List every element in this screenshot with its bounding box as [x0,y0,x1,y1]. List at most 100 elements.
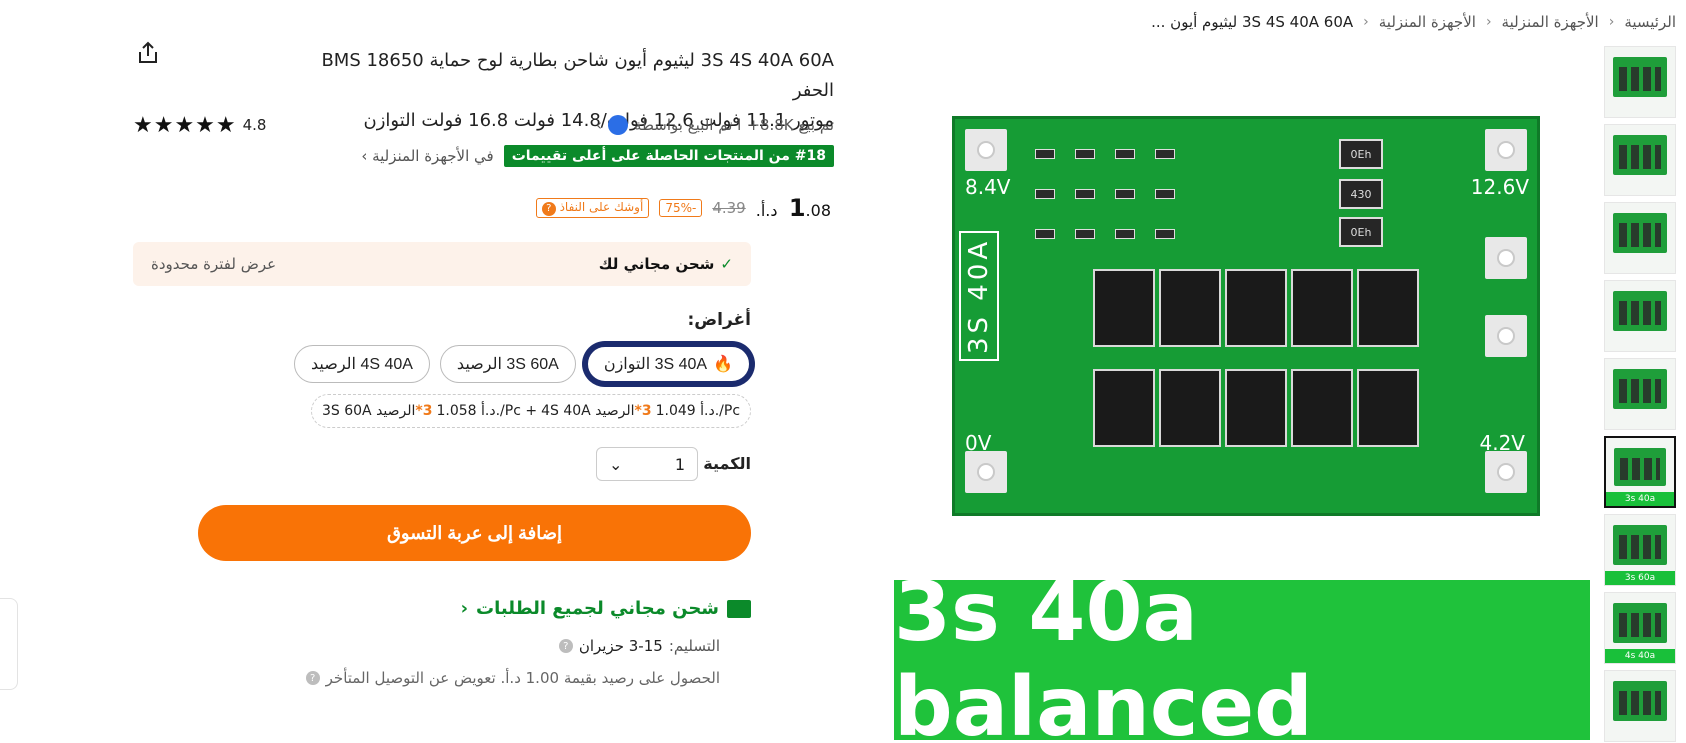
pcb-thumbnail-graphic [1613,525,1667,565]
mosfet [1225,369,1287,447]
bundle-price-a: 1.058 د.أ./Pc + [436,403,538,419]
breadcrumb-home[interactable]: الرئيسية [1624,13,1676,31]
thumbnail-image[interactable] [1604,670,1676,742]
sold-count: تم بيع 8.8K+ [747,116,834,134]
discount-badge: -75% [659,199,703,217]
breadcrumb-subcategory[interactable]: الأجهزة المنزلية [1379,13,1476,31]
resistor-chip: 0Eh [1339,139,1383,169]
add-to-cart-button[interactable]: إضافة إلى عربة التسوق [198,505,751,561]
smd-component [1115,189,1135,199]
shipping-info-link[interactable]: شحن مجاني لجميع الطلبات ‹ [461,598,751,619]
pcb-thumbnail-graphic [1613,135,1667,175]
chevron-left-icon: ‹ [460,598,469,619]
smd-component [1075,229,1095,239]
mosfet [1093,269,1155,347]
breadcrumb-current: 3S 4S 40A 60A ليثيوم أيون ... [1151,13,1354,31]
shipping-title: شحن مجاني لجميع الطلبات [476,598,719,619]
chevron-left-icon: ‹ [1608,14,1615,30]
chevron-down-icon: ⌄ [609,454,623,474]
smd-component [1035,229,1055,239]
share-icon[interactable] [135,40,161,66]
voltage-label: 12.6V [1470,175,1529,199]
smd-component [1035,189,1055,199]
low-stock-badge: أوشك على النفاذ ? [535,198,650,218]
variant-label: 4S 40A الرصيد [311,356,413,373]
side-panel-tab[interactable] [0,598,18,690]
thumbnail-image[interactable]: 4s 40a balanced [1604,592,1676,664]
quantity-select[interactable]: ⌄ 1 [596,447,698,481]
promo-bar: ✓ شحن مجاني لك عرض لفترة محدودة [133,242,751,286]
main-product-image[interactable]: 8.4V 12.6V 0V 4.2V 3S 40A 0Eh 430 0Eh 3s… [894,48,1590,743]
pcb-thumbnail-graphic [1613,213,1667,253]
rank-row: #18 من المنتجات الحاصلة على أعلى تقييمات… [361,143,834,169]
current-price: 1.08 د.أ. [756,194,834,222]
variant-label: 3S 40A التوازن [603,356,708,373]
star-rating-icon: ★★★★★ [133,112,237,138]
variant-option-4s-40a[interactable]: 4S 40A الرصيد [294,345,430,383]
info-icon[interactable]: ? [305,671,320,685]
smd-component [1115,149,1135,159]
pcb-thumbnail-graphic [1614,448,1666,486]
smd-component [1155,229,1175,239]
pcb-thumbnail-graphic [1613,369,1667,409]
smd-component [1155,149,1175,159]
pcb-thumbnail-graphic [1613,57,1667,97]
solder-pad [965,129,1007,171]
variants-label: أغراض: [687,310,751,330]
pcb-thumbnail-graphic [1613,603,1667,643]
mosfet [1291,369,1353,447]
store-logo-icon[interactable] [607,115,628,135]
variant-option-3s-60a[interactable]: 3S 60A الرصيد [439,345,576,383]
bundle-mult-b: *3 [634,403,652,419]
solder-pad [1485,237,1527,279]
price-whole: 1 [788,194,806,222]
bundle-mult-a: *3 [415,403,433,419]
bundle-offer[interactable]: 3S 60A الرصيد *3 1.058 د.أ./Pc + 4S 40A … [311,394,751,428]
thumbnail-image[interactable] [1604,124,1676,196]
board-side-label: 3S 40A [959,231,999,361]
smd-component [1075,149,1095,159]
voltage-label: 4.2V [1479,431,1526,455]
thumbnail-image[interactable] [1604,202,1676,274]
thumbnail-strip: 3s 40a balanced 3s 60a balanced 4s 40a bal… [1602,46,1676,742]
price-row: 1.08 د.أ. 4.39 -75% أوشك على النفاذ ? [535,188,834,228]
late-delivery-compensation: الحصول على رصيد بقيمة 1.00 د.أ. تعويض عن… [305,669,720,687]
bundle-item-a: 3S 60A الرصيد [321,403,416,419]
solder-pad [1485,129,1527,171]
currency: د.أ. [755,201,778,220]
delivery-label: التسليم: [668,637,720,655]
sold-by-label: ا تم البيع بواسطة [633,116,742,134]
rank-category-link[interactable]: في الأجهزة المنزلية › [361,147,493,165]
voltage-label: 0V [965,431,992,455]
chevron-left-icon: ‹ [1485,14,1492,30]
chevron-right-icon[interactable]: › [596,116,602,134]
free-shipping-promo: ✓ شحن مجاني لك [599,255,733,273]
variant-label: 3S 60A الرصيد [456,356,559,373]
breadcrumb-category[interactable]: الأجهزة المنزلية [1502,13,1599,31]
variant-option-3s-40a-balanced[interactable]: 🔥 3S 40A التوازن [585,345,751,383]
thumbnail-image[interactable] [1604,280,1676,352]
smd-component [1115,229,1135,239]
pcb-thumbnail-graphic [1613,681,1667,721]
delivery-estimate: التسليم: 3-15 حزيران ? [558,637,720,655]
thumbnail-image[interactable]: 3s 60a balanced [1604,514,1676,586]
thumbnail-image[interactable] [1604,46,1676,118]
voltage-label: 8.4V [965,175,1011,199]
rating-score: 4.8 [242,116,267,134]
variant-options: 🔥 3S 40A التوازن 3S 60A الرصيد 4S 40A ال… [294,345,751,383]
smd-component [1075,189,1095,199]
rank-badge[interactable]: #18 من المنتجات الحاصلة على أعلى تقييمات [503,145,834,167]
solder-pad [965,451,1007,493]
compensation-text: الحصول على رصيد بقيمة 1.00 د.أ. تعويض عن… [325,669,720,687]
thumbnail-caption: 3s 40a balanced [1606,492,1674,506]
delivery-dates: 3-15 حزيران [578,637,663,655]
thumbnail-caption: 4s 40a balanced [1605,649,1675,663]
thumbnail-image[interactable]: 3s 40a balanced [1604,436,1676,508]
mosfet [1291,269,1353,347]
info-icon[interactable]: ? [558,639,573,653]
thumbnail-image[interactable] [1604,358,1676,430]
mosfet [1225,269,1287,347]
rating[interactable]: ★★★★★ 4.8 [133,112,266,138]
bundle-item-b: 4S 40A الرصيد [541,403,635,419]
pcb-illustration: 8.4V 12.6V 0V 4.2V 3S 40A 0Eh 430 0Eh [952,116,1540,516]
